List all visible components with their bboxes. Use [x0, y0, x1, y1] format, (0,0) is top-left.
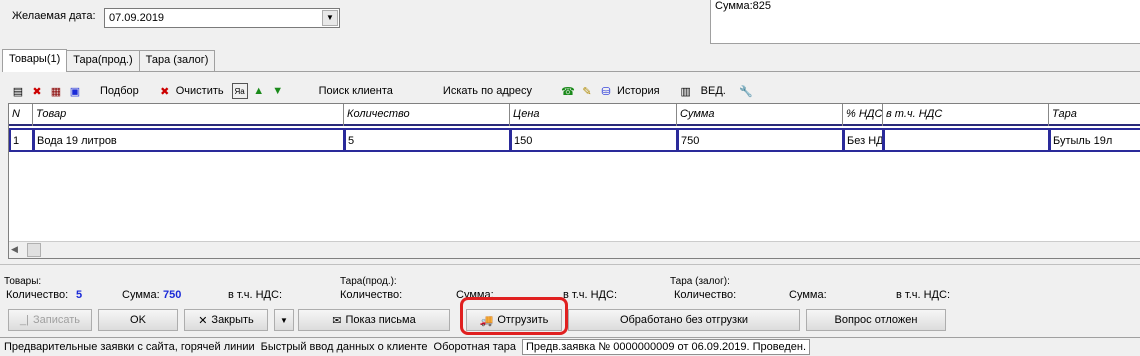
tara-prod-vat-label: в т.ч. НДС:: [563, 289, 618, 301]
window-tab-current-order[interactable]: Предв.заявка № 0000000009 от 06.09.2019.…: [522, 339, 811, 355]
arrow-up-icon[interactable]: ▲: [251, 83, 267, 99]
tara-prod-summary-title: Тара(прод.):: [340, 276, 397, 287]
delete-row-icon[interactable]: ✖: [29, 83, 45, 99]
history-icon[interactable]: ⛁: [598, 83, 614, 99]
col-vat[interactable]: в т.ч. НДС: [883, 104, 1049, 126]
tara-zalog-vat-label: в т.ч. НДС:: [896, 289, 951, 301]
tara-zalog-summary-title: Тара (залог):: [670, 276, 730, 287]
close-icon: ✕: [198, 314, 208, 327]
processed-without-shipping-button[interactable]: Обработано без отгрузки: [568, 309, 800, 331]
podbor-button[interactable]: Подбор: [100, 85, 139, 97]
goods-vat-label: в т.ч. НДС:: [228, 289, 283, 301]
search-client-button[interactable]: Поиск клиента: [319, 85, 393, 97]
add-row-icon[interactable]: ▤: [10, 83, 26, 99]
arrow-down-icon[interactable]: ▼: [270, 83, 286, 99]
ved-button[interactable]: ВЕД.: [701, 85, 726, 97]
col-price[interactable]: Цена: [510, 104, 677, 126]
ship-button[interactable]: 🚚 Отгрузить: [466, 309, 562, 331]
col-tara[interactable]: Тара: [1049, 104, 1140, 126]
window-tabs-bar: Предварительные заявки с сайта, горячей …: [0, 337, 1140, 356]
table-row[interactable]: 1 Вода 19 литров 5 150 750 Без НДС Бутыл…: [9, 128, 1140, 152]
table-header: N Товар Количество Цена Сумма % НДС в т.…: [9, 104, 1140, 126]
cell-vat[interactable]: [883, 128, 1049, 152]
chevron-down-icon[interactable]: ▼: [322, 10, 338, 26]
goods-toolbar: ▤ ✖ ▦ ▣ Подбор ✖ Очистить Яа ▲ ▼ Поиск к…: [10, 80, 757, 102]
sort-icon[interactable]: Яа: [231, 83, 248, 99]
close-button-label: Закрыть: [211, 314, 254, 326]
window-tab-returnable-tara[interactable]: Оборотная тара: [434, 341, 516, 353]
tara-zalog-sum-label: Сумма:: [789, 289, 827, 301]
clear-button[interactable]: Очистить: [176, 85, 224, 97]
truck-icon: 🚚: [479, 314, 494, 327]
cell-goods[interactable]: Вода 19 литров: [33, 128, 344, 152]
chevron-down-icon: ▼: [280, 315, 288, 325]
tab-tara-zalog[interactable]: Тара (залог): [138, 50, 216, 71]
goods-sum-label: Сумма:: [122, 289, 160, 301]
desired-date-value: 07.09.2019: [109, 12, 165, 24]
history-button[interactable]: История: [617, 85, 660, 97]
info-panel: Сумма:825: [710, 0, 1140, 44]
col-qty[interactable]: Количество: [344, 104, 510, 126]
col-n[interactable]: N: [9, 104, 33, 126]
cell-n[interactable]: 1: [9, 128, 33, 152]
col-vat-rate[interactable]: % НДС: [843, 104, 883, 126]
close-menu-dropdown[interactable]: ▼: [274, 309, 294, 331]
goods-qty-value: 5: [76, 289, 83, 301]
scroll-left-icon[interactable]: ◀: [11, 244, 18, 255]
cell-qty[interactable]: 5: [344, 128, 510, 152]
show-letter-label: Показ письма: [345, 314, 416, 326]
ok-button[interactable]: OK: [98, 309, 178, 331]
window-tab-quick-input[interactable]: Быстрый ввод данных о клиенте: [261, 341, 428, 353]
horizontal-scrollbar[interactable]: ◀: [9, 241, 1140, 258]
insert-icon[interactable]: ▣: [67, 83, 83, 99]
tara-prod-qty-label: Количество:: [340, 289, 403, 301]
show-letter-button[interactable]: ✉ Показ письма: [298, 309, 450, 331]
desired-date-select[interactable]: 07.09.2019 ▼: [104, 8, 340, 28]
question-postponed-button[interactable]: Вопрос отложен: [806, 309, 946, 331]
goods-table: N Товар Количество Цена Сумма % НДС в т.…: [8, 103, 1140, 259]
wrench-icon[interactable]: 🔧: [738, 83, 754, 99]
desired-date-label: Желаемая дата:: [12, 10, 96, 22]
search-address-button[interactable]: Искать по адресу: [443, 85, 532, 97]
save-icon: _|: [20, 314, 29, 326]
document-icon[interactable]: ▥: [678, 83, 694, 99]
col-sum[interactable]: Сумма: [677, 104, 843, 126]
save-button-label: Записать: [32, 314, 80, 326]
tab-goods[interactable]: Товары(1): [2, 49, 68, 72]
cell-sum[interactable]: 750: [677, 128, 843, 152]
clear-icon[interactable]: ✖: [157, 83, 173, 99]
note-icon[interactable]: ✎: [579, 83, 595, 99]
col-goods[interactable]: Товар: [33, 104, 344, 126]
goods-sum-value: 750: [163, 289, 182, 301]
goods-qty-label: Количество:: [6, 289, 69, 301]
cell-vat-rate[interactable]: Без НДС: [843, 128, 883, 152]
save-button[interactable]: _| Записать: [8, 309, 92, 331]
scroll-thumb[interactable]: [27, 243, 41, 257]
delete-all-icon[interactable]: ▦: [48, 83, 64, 99]
tab-strip: Товары(1) Тара(прод.) Тара (залог): [2, 49, 216, 72]
cell-price[interactable]: 150: [510, 128, 677, 152]
tara-zalog-qty-label: Количество:: [674, 289, 737, 301]
tab-tara-prod[interactable]: Тара(прод.): [66, 50, 140, 71]
info-sum-line: Сумма:825: [715, 0, 771, 12]
window-tab-preliminary-orders[interactable]: Предварительные заявки с сайта, горячей …: [4, 341, 255, 353]
phone-icon[interactable]: ☎: [560, 83, 576, 99]
cell-tara[interactable]: Бутыль 19л: [1049, 128, 1140, 152]
close-button[interactable]: ✕ Закрыть: [184, 309, 268, 331]
ship-button-label: Отгрузить: [497, 314, 549, 326]
letter-icon: ✉: [332, 314, 342, 327]
goods-summary-title: Товары:: [4, 276, 42, 287]
